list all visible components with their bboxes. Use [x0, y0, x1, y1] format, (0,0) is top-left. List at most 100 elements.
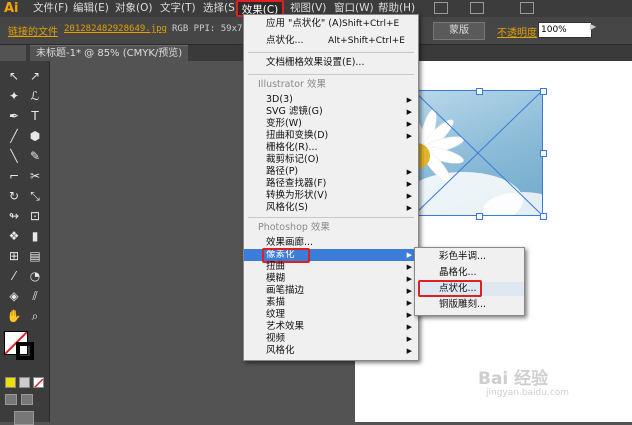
- pen-tool-icon[interactable]: ✒: [4, 107, 24, 125]
- menu-select[interactable]: 选择(S): [203, 0, 239, 17]
- menu-path[interactable]: 路径(P) ▶: [244, 166, 418, 178]
- menu-stylize-photoshop[interactable]: 风格化 ▶: [244, 345, 418, 357]
- symbol-sprayer-tool-icon[interactable]: ❖: [4, 227, 24, 245]
- submenu-arrow-icon: ▶: [406, 120, 412, 128]
- selection-tool-icon[interactable]: ↖: [4, 67, 24, 85]
- submenu-arrow-icon: ▶: [406, 204, 412, 212]
- resize-handle[interactable]: [540, 88, 547, 95]
- rotate-tool-icon[interactable]: ↻: [4, 187, 24, 205]
- menu-file[interactable]: 文件(F): [33, 0, 68, 17]
- scissors-tool-icon[interactable]: ✂: [25, 167, 45, 185]
- effect-menu-dropdown: 应用 "点状化" (A) Shift+Ctrl+E 点状化... Alt+Shi…: [243, 14, 419, 361]
- menu-distort-transform[interactable]: 扭曲和变换(D) ▶: [244, 130, 418, 142]
- submenu-arrow-icon: ▶: [406, 132, 412, 140]
- magic-wand-tool-icon[interactable]: ✦: [4, 87, 24, 105]
- mesh-tool-icon[interactable]: ⊞: [4, 247, 24, 265]
- mask-button[interactable]: 蒙版: [433, 22, 485, 40]
- stroke-swatch[interactable]: [16, 342, 34, 360]
- menu-sketch[interactable]: 素描 ▶: [244, 297, 418, 309]
- selection-cross: [413, 90, 543, 216]
- menu-warp[interactable]: 变形(W) ▶: [244, 118, 418, 130]
- menu-edit[interactable]: 编辑(E): [73, 0, 109, 17]
- opacity-input[interactable]: 100%: [538, 22, 592, 38]
- submenu-arrow-icon: ▶: [406, 299, 412, 307]
- linked-file-link[interactable]: 链接的文件: [8, 23, 58, 38]
- pixelate-submenu: 彩色半调... 晶格化... 点状化... 铜版雕刻...: [414, 247, 525, 316]
- submenu-arrow-icon: ▶: [406, 323, 412, 331]
- menu-crop-marks[interactable]: 裁剪标记(O): [244, 154, 418, 166]
- chevron-right-icon[interactable]: ▶: [590, 22, 600, 38]
- color-mode-button[interactable]: [5, 377, 16, 388]
- gradient-mode-button[interactable]: [19, 377, 30, 388]
- submenu-crystallize[interactable]: 晶格化...: [415, 266, 524, 280]
- direct-selection-tool-icon[interactable]: ↗: [25, 67, 45, 85]
- menu-apply-last-effect[interactable]: 应用 "点状化" (A) Shift+Ctrl+E: [244, 18, 418, 30]
- live-paint-tool-icon[interactable]: ◈: [4, 287, 24, 305]
- warp-tool-icon[interactable]: ↬: [4, 207, 24, 225]
- pencil-tool-icon[interactable]: ✎: [25, 147, 45, 165]
- paintbrush-tool-icon[interactable]: ╲: [4, 147, 24, 165]
- menu-separator: [248, 74, 414, 75]
- opacity-label[interactable]: 不透明度: [497, 24, 537, 39]
- zoom-tool-icon[interactable]: ⌕: [25, 307, 45, 325]
- app-logo: Ai: [4, 1, 19, 16]
- draw-mode-icon[interactable]: [5, 394, 17, 405]
- menu-video[interactable]: 视频 ▶: [244, 333, 418, 345]
- free-transform-tool-icon[interactable]: ⊡: [25, 207, 45, 225]
- selection-bounding-box: [413, 90, 543, 216]
- submenu-arrow-icon: ▶: [406, 192, 412, 200]
- menu-separator: [248, 217, 414, 218]
- menu-distort[interactable]: 扭曲 ▶: [244, 261, 418, 273]
- workspace-icon[interactable]: [520, 2, 534, 14]
- slice-tool-icon[interactable]: ⫽: [25, 287, 45, 305]
- menu-texture[interactable]: 纹理 ▶: [244, 309, 418, 321]
- menu-svg-filters[interactable]: SVG 滤镜(G) ▶: [244, 106, 418, 118]
- menu-convert-to-shape[interactable]: 转换为形状(V) ▶: [244, 190, 418, 202]
- resize-handle[interactable]: [476, 88, 483, 95]
- submenu-arrow-icon: ▶: [406, 335, 412, 343]
- document-tab[interactable]: 未标题-1* @ 85% (CMYK/预览): [30, 45, 189, 62]
- menu-3d[interactable]: 3D(3) ▶: [244, 94, 418, 106]
- type-tool-icon[interactable]: T: [25, 107, 45, 125]
- line-tool-icon[interactable]: ╱: [4, 127, 24, 145]
- resize-handle[interactable]: [540, 213, 547, 220]
- gradient-tool-icon[interactable]: ▤: [25, 247, 45, 265]
- lasso-tool-icon[interactable]: ℒ: [25, 87, 45, 105]
- submenu-arrow-icon: ▶: [406, 168, 412, 176]
- blob-brush-tool-icon[interactable]: ⌐: [4, 167, 24, 185]
- submenu-mezzotint[interactable]: 铜版雕刻...: [415, 298, 524, 312]
- column-graph-tool-icon[interactable]: ▮: [25, 227, 45, 245]
- resize-handle[interactable]: [540, 150, 547, 157]
- blend-tool-icon[interactable]: ◔: [25, 267, 45, 285]
- watermark-logo: Bai 经验: [478, 369, 549, 389]
- submenu-color-halftone[interactable]: 彩色半调...: [415, 250, 524, 264]
- submenu-arrow-icon: ▶: [406, 263, 412, 271]
- menu-blur[interactable]: 模糊 ▶: [244, 273, 418, 285]
- hand-tool-icon[interactable]: ✋: [4, 307, 24, 325]
- filename-link[interactable]: 201282482928649.jpg: [64, 24, 167, 34]
- submenu-arrow-icon: ▶: [406, 287, 412, 295]
- menu-section-photoshop: Photoshop 效果: [258, 222, 330, 233]
- menu-type[interactable]: 文字(T): [160, 0, 196, 17]
- menu-last-effect[interactable]: 点状化... Alt+Shift+Ctrl+E: [244, 35, 418, 47]
- screen-mode-icon[interactable]: [14, 411, 34, 425]
- watermark-url: jingyan.baidu.com: [486, 388, 570, 398]
- draw-behind-icon[interactable]: [21, 394, 33, 405]
- menu-rasterize[interactable]: 栅格化(R)...: [244, 142, 418, 154]
- toolbox: ↖ ↗ ✦ ℒ ✒ T ╱ ⬢ ╲ ✎ ⌐ ✂ ↻ ⤡ ↬ ⊡ ❖ ▮ ⊞ ▤ …: [0, 61, 50, 425]
- menu-brush-strokes[interactable]: 画笔描边 ▶: [244, 285, 418, 297]
- scale-tool-icon[interactable]: ⤡: [25, 187, 45, 205]
- polygon-tool-icon[interactable]: ⬢: [25, 127, 45, 145]
- menu-pathfinder[interactable]: 路径查找器(F) ▶: [244, 178, 418, 190]
- bridge-icon[interactable]: [470, 2, 484, 14]
- color-info: RGB PPI: 59x70: [172, 24, 248, 34]
- none-mode-button[interactable]: [33, 377, 44, 388]
- menu-raster-settings[interactable]: 文档栅格效果设置(E)...: [244, 57, 418, 69]
- resize-handle[interactable]: [476, 213, 483, 220]
- menu-object[interactable]: 对象(O): [115, 0, 152, 17]
- menu-artistic[interactable]: 艺术效果 ▶: [244, 321, 418, 333]
- arrange-documents-icon[interactable]: [434, 2, 448, 14]
- eyedropper-tool-icon[interactable]: ⁄: [4, 267, 24, 285]
- menu-section-illustrator: Illustrator 效果: [258, 79, 326, 90]
- menu-stylize-illustrator[interactable]: 风格化(S) ▶: [244, 202, 418, 214]
